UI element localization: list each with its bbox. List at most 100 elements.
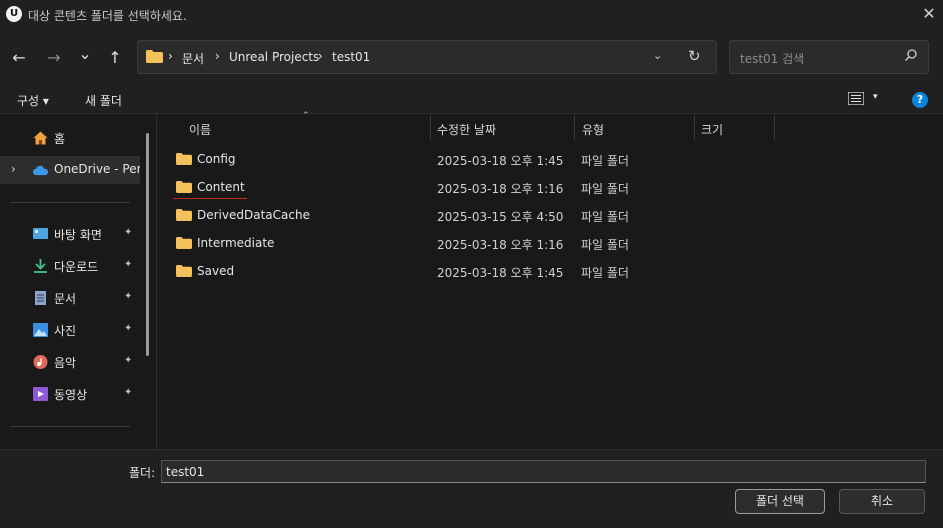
navigation-pane: 홈 › OneDrive - Pers 바탕 화면 ✦ 다운로드 ✦ 문서 ✦ … [0, 114, 157, 449]
sidebar-item-label: OneDrive - Pers [54, 162, 140, 176]
file-row[interactable]: Intermediate 2025-03-18 오후 1:16 파일 폴더 [173, 229, 793, 257]
folder-icon [176, 265, 192, 277]
dialog-footer: 폴더: 폴더 선택 취소 [0, 449, 943, 528]
organize-button[interactable]: 구성 ▾ [17, 92, 49, 109]
breadcrumb-separator: › [318, 49, 323, 63]
title-bar: U 대상 콘텐츠 폴더를 선택하세요. ✕ [0, 0, 943, 29]
search-box[interactable]: test01 검색 [729, 40, 929, 74]
desktop-icon [33, 228, 48, 239]
file-date: 2025-03-18 오후 1:45 [437, 154, 564, 168]
close-button[interactable]: ✕ [915, 0, 943, 28]
sidebar-item-videos[interactable]: 동영상 ✦ [0, 380, 140, 408]
file-row[interactable]: Saved 2025-03-18 오후 1:45 파일 폴더 [173, 257, 793, 285]
column-header-name[interactable]: 이름 [189, 114, 211, 142]
sidebar-item-pictures[interactable]: 사진 ✦ [0, 316, 140, 344]
file-name: Content [197, 180, 245, 194]
sidebar-item-label: 바탕 화면 [54, 228, 102, 242]
column-divider[interactable] [774, 116, 775, 140]
help-icon[interactable]: ? [912, 92, 928, 108]
file-name: Config [197, 152, 236, 166]
videos-icon [33, 387, 48, 401]
music-icon [33, 355, 48, 369]
pin-icon[interactable]: ✦ [124, 355, 132, 366]
up-button[interactable]: ↑ [104, 47, 126, 69]
file-date: 2025-03-18 오후 1:16 [437, 182, 564, 196]
view-options-icon[interactable] [848, 92, 864, 105]
sort-ascending-icon: ⌃ [302, 111, 310, 121]
navigation-bar: ← → ⌄ ↑ › 문서 › Unreal Projects › test01 … [0, 29, 943, 85]
rename-underline [173, 198, 247, 199]
breadcrumb-test01[interactable]: test01 [332, 50, 370, 64]
breadcrumb-unreal-projects[interactable]: Unreal Projects [229, 50, 319, 64]
sidebar-item-home[interactable]: 홈 [0, 124, 140, 152]
file-row[interactable]: Content 2025-03-18 오후 1:16 파일 폴더 [173, 173, 793, 201]
breadcrumb-separator: › [168, 49, 173, 63]
view-dropdown-icon[interactable]: ▾ [873, 92, 878, 102]
file-list: 이름 ⌃ 수정한 날짜 유형 크기 Config 2025-03-18 오후 1… [158, 111, 943, 449]
window-title: 대상 콘텐츠 폴더를 선택하세요. [28, 9, 187, 23]
sidebar-item-label: 홈 [54, 132, 66, 146]
cancel-button[interactable]: 취소 [839, 489, 925, 514]
file-type: 파일 폴더 [581, 154, 629, 168]
file-date: 2025-03-15 오후 4:50 [437, 210, 564, 224]
recent-locations-button[interactable]: ⌄ [74, 43, 96, 65]
column-header-label: 유형 [582, 123, 605, 137]
file-type: 파일 폴더 [581, 182, 629, 196]
sidebar-item-label: 사진 [54, 324, 77, 338]
column-header-label: 크기 [701, 123, 724, 137]
refresh-icon[interactable]: ↻ [688, 47, 701, 65]
select-folder-button[interactable]: 폴더 선택 [735, 489, 825, 514]
forward-button[interactable]: → [43, 47, 65, 69]
search-icon[interactable] [904, 48, 918, 66]
onedrive-cloud-icon [33, 165, 48, 176]
sidebar-item-downloads[interactable]: 다운로드 ✦ [0, 252, 140, 280]
search-input[interactable]: test01 검색 [740, 50, 804, 67]
column-divider[interactable] [574, 116, 575, 140]
pin-icon[interactable]: ✦ [124, 387, 132, 398]
column-divider[interactable] [694, 116, 695, 140]
expand-chevron-icon[interactable]: › [11, 162, 16, 176]
pin-icon[interactable]: ✦ [124, 227, 132, 238]
sidebar-item-label: 문서 [54, 292, 77, 306]
divider [10, 426, 130, 427]
file-name: DerivedDataCache [197, 208, 310, 222]
column-header-label: 이름 [189, 123, 212, 137]
download-icon [34, 259, 47, 273]
file-row[interactable]: Config 2025-03-18 오후 1:45 파일 폴더 [173, 145, 793, 173]
folder-name-input[interactable] [161, 460, 926, 483]
file-type: 파일 폴더 [581, 210, 629, 224]
sidebar-item-documents[interactable]: 문서 ✦ [0, 284, 140, 312]
breadcrumb-documents[interactable]: 문서 [182, 50, 204, 67]
column-header-date[interactable]: 수정한 날짜 [437, 114, 496, 142]
sidebar-item-desktop[interactable]: 바탕 화면 ✦ [0, 220, 140, 248]
folder-icon [176, 153, 192, 165]
pictures-icon [33, 323, 48, 337]
sidebar-scrollbar[interactable] [146, 133, 149, 356]
sidebar-item-onedrive[interactable]: › OneDrive - Pers [0, 156, 140, 184]
column-divider[interactable] [430, 116, 431, 140]
folder-icon [176, 237, 192, 249]
sidebar-item-music[interactable]: 음악 ✦ [0, 348, 140, 376]
address-bar[interactable]: › 문서 › Unreal Projects › test01 ⌄ ↻ [137, 40, 717, 74]
file-type: 파일 폴더 [581, 266, 629, 280]
new-folder-button[interactable]: 새 폴더 [85, 92, 122, 109]
file-date: 2025-03-18 오후 1:45 [437, 266, 564, 280]
column-header-type[interactable]: 유형 [582, 114, 604, 142]
pin-icon[interactable]: ✦ [124, 259, 132, 270]
documents-icon [35, 291, 46, 305]
pin-icon[interactable]: ✦ [124, 323, 132, 334]
back-button[interactable]: ← [8, 47, 30, 69]
folder-label: 폴더: [129, 466, 156, 480]
command-bar: 구성 ▾ 새 폴더 ▾ ? [0, 85, 943, 114]
sidebar-item-label: 동영상 [54, 388, 88, 402]
file-name: Saved [197, 264, 235, 278]
file-row[interactable]: DerivedDataCache 2025-03-15 오후 4:50 파일 폴… [173, 201, 793, 229]
file-type: 파일 폴더 [581, 238, 629, 252]
address-dropdown-icon[interactable]: ⌄ [653, 49, 662, 62]
pin-icon[interactable]: ✦ [124, 291, 132, 302]
divider [10, 202, 130, 203]
column-header-label: 수정한 날짜 [437, 123, 497, 137]
column-header-size[interactable]: 크기 [701, 114, 723, 142]
sidebar-item-label: 음악 [54, 356, 77, 370]
folder-icon [146, 50, 163, 63]
